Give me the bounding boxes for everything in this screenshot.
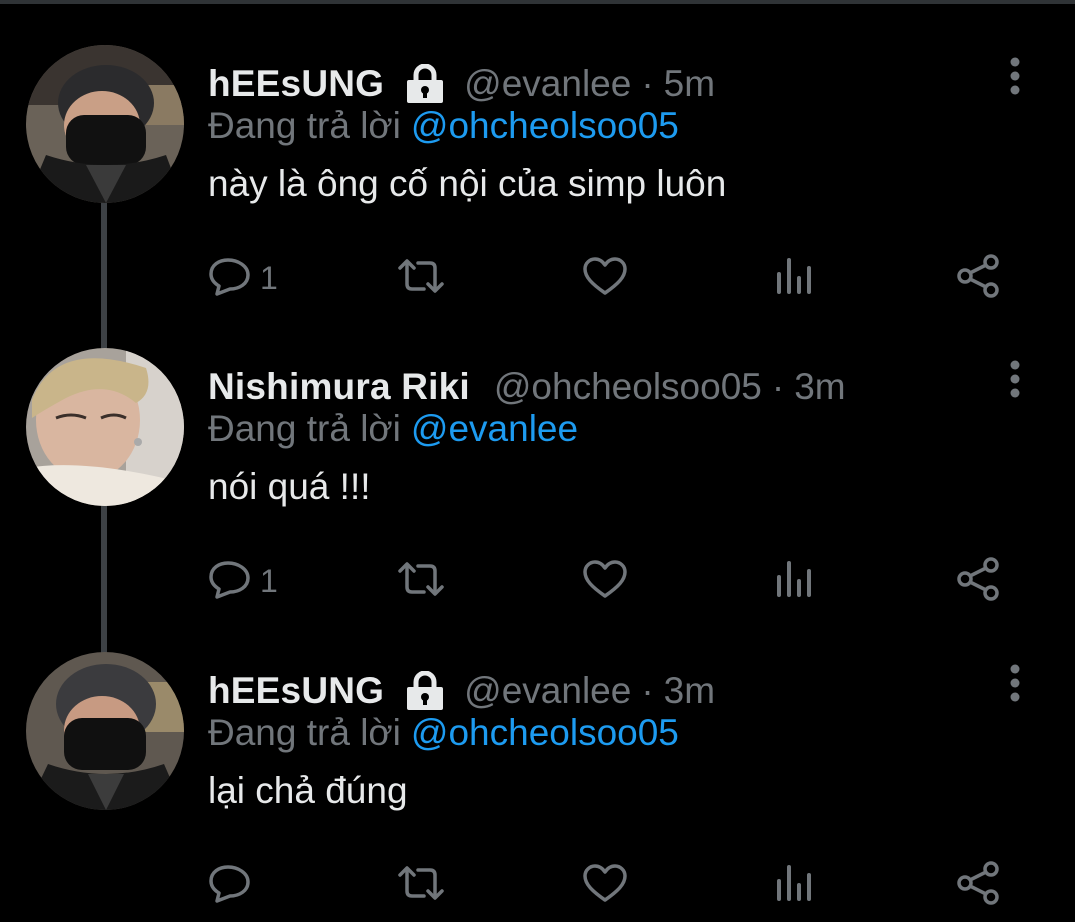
retweet-button[interactable] — [396, 556, 446, 606]
analytics-icon — [774, 256, 814, 301]
reply-count: 1 — [260, 562, 278, 599]
action-bar: 1 — [208, 556, 1008, 606]
user-handle[interactable]: @evanlee — [464, 670, 631, 712]
avatar[interactable] — [26, 45, 184, 203]
share-button[interactable] — [956, 253, 1002, 303]
like-icon — [582, 256, 628, 301]
reply-icon — [208, 863, 252, 908]
replying-label: Đang trả lời — [208, 105, 401, 146]
reply-button[interactable]: 1 — [208, 253, 278, 303]
display-name[interactable]: hEEsUNG — [208, 63, 384, 105]
action-bar — [208, 860, 1008, 910]
more-options-icon[interactable] — [1004, 664, 1026, 702]
retweet-icon — [396, 256, 446, 301]
tweet[interactable]: hEEsUNG @evanlee · 5m Đang trả lời @ohche… — [0, 45, 1075, 345]
share-icon — [956, 253, 1002, 303]
reply-icon — [208, 559, 252, 604]
analytics-button[interactable] — [774, 556, 814, 606]
reply-button[interactable] — [208, 860, 260, 910]
separator-dot: · — [771, 366, 785, 407]
mention-link[interactable]: @ohcheolsoo05 — [411, 712, 679, 753]
retweet-button[interactable] — [396, 860, 446, 910]
lock-icon — [404, 671, 446, 711]
top-divider — [0, 0, 1075, 4]
reply-icon — [208, 256, 252, 301]
share-icon — [956, 556, 1002, 606]
reply-count: 1 — [260, 259, 278, 296]
action-bar: 1 — [208, 253, 1008, 303]
analytics-icon — [774, 863, 814, 908]
replying-to: Đang trả lời @evanlee — [208, 408, 578, 450]
timestamp[interactable]: 3m — [794, 366, 845, 408]
more-options-icon[interactable] — [1004, 57, 1026, 95]
lock-icon — [404, 64, 446, 104]
tweet[interactable]: hEEsUNG @evanlee · 3m Đang trả lời @ohche… — [0, 652, 1075, 922]
replying-label: Đang trả lời — [208, 712, 401, 753]
separator-dot: · — [641, 670, 654, 711]
mention-link[interactable]: @evanlee — [411, 408, 578, 449]
replying-to: Đang trả lời @ohcheolsoo05 — [208, 712, 679, 754]
retweet-button[interactable] — [396, 253, 446, 303]
display-name[interactable]: hEEsUNG — [208, 670, 384, 712]
tweet[interactable]: Nishimura Riki @ohcheolsoo05 · 3m Đang t… — [0, 348, 1075, 648]
analytics-icon — [774, 559, 814, 604]
analytics-button[interactable] — [774, 860, 814, 910]
tweet-text: nói quá !!! — [208, 466, 371, 507]
avatar[interactable] — [26, 652, 184, 810]
like-button[interactable] — [582, 860, 628, 910]
replying-to: Đang trả lời @ohcheolsoo05 — [208, 105, 679, 147]
like-icon — [582, 559, 628, 604]
display-name[interactable]: Nishimura Riki — [208, 366, 470, 408]
more-options-icon[interactable] — [1004, 360, 1026, 398]
timestamp[interactable]: 5m — [664, 63, 715, 105]
mention-link[interactable]: @ohcheolsoo05 — [411, 105, 679, 146]
like-button[interactable] — [582, 253, 628, 303]
like-icon — [582, 863, 628, 908]
retweet-icon — [396, 559, 446, 604]
share-button[interactable] — [956, 860, 1002, 910]
avatar[interactable] — [26, 348, 184, 506]
tweet-text: này là ông cố nội của simp luôn — [208, 163, 727, 204]
share-icon — [956, 860, 1002, 910]
timestamp[interactable]: 3m — [664, 670, 715, 712]
user-handle[interactable]: @ohcheolsoo05 — [494, 366, 762, 408]
user-handle[interactable]: @evanlee — [464, 63, 631, 105]
like-button[interactable] — [582, 556, 628, 606]
separator-dot: · — [641, 63, 654, 104]
tweet-text: lại chả đúng — [208, 770, 408, 811]
share-button[interactable] — [956, 556, 1002, 606]
analytics-button[interactable] — [774, 253, 814, 303]
replying-label: Đang trả lời — [208, 408, 401, 449]
retweet-icon — [396, 863, 446, 908]
reply-button[interactable]: 1 — [208, 556, 278, 606]
